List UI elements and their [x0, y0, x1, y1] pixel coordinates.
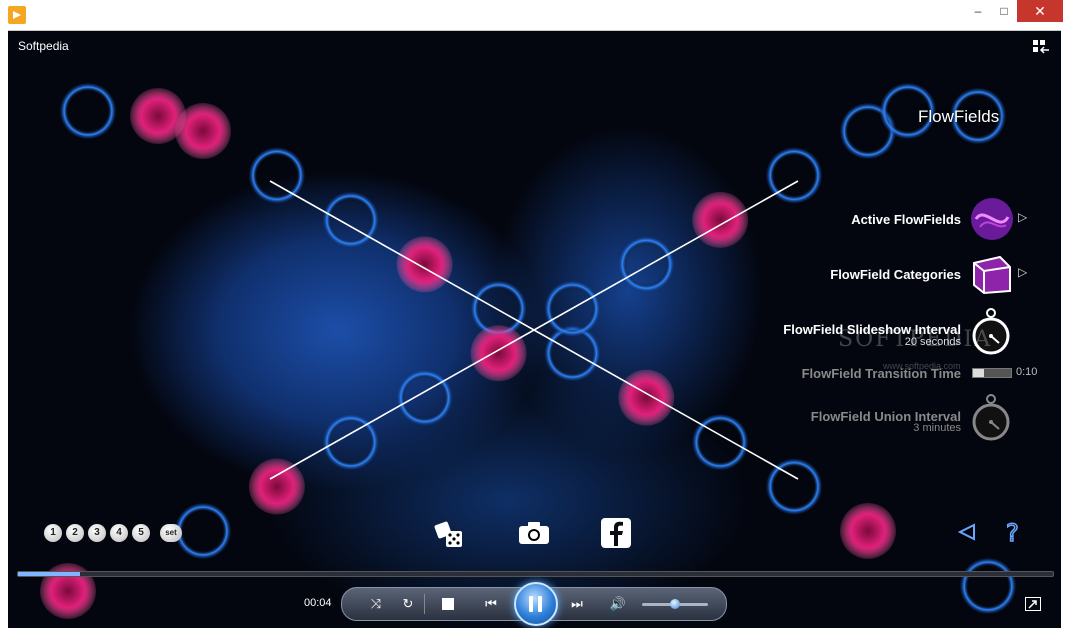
preset-button-5[interactable]: 5: [132, 524, 150, 542]
flow-circle: [618, 369, 675, 426]
dice-random-icon[interactable]: [432, 517, 468, 556]
flow-circle: [960, 558, 1016, 614]
flow-circle: [175, 503, 231, 559]
expand-arrow-icon[interactable]: ▷: [1018, 265, 1027, 279]
visualizer-title: FlowFields: [918, 107, 1000, 126]
watermark: SOFTPEDIA: [838, 327, 993, 352]
player-title: Softpedia: [18, 39, 69, 53]
flow-circle: [248, 458, 305, 515]
window-border-left: [0, 30, 8, 630]
preset-button-1[interactable]: 1: [44, 524, 62, 542]
fullscreen-icon[interactable]: [1025, 597, 1041, 611]
switch-view-icon[interactable]: [1032, 39, 1050, 55]
app-icon: [8, 6, 26, 24]
play-pause-button[interactable]: [514, 582, 558, 626]
flow-circle: [840, 503, 896, 559]
preset-button-4[interactable]: 4: [110, 524, 128, 542]
camera-icon[interactable]: [518, 521, 550, 550]
menu-item-active-flowfields[interactable]: Active FlowFields: [851, 212, 961, 227]
transition-time-value: 0:10: [1016, 366, 1038, 378]
flow-circle: [130, 88, 186, 144]
previous-button[interactable]: ⏮: [478, 595, 504, 613]
preset-set-button[interactable]: set: [160, 524, 182, 542]
elapsed-time: 00:04: [304, 597, 332, 609]
expand-arrow-icon[interactable]: ▷: [1018, 210, 1027, 224]
visualizer-stage[interactable]: Softpedia FlowFields Active FlowFields ▷…: [8, 31, 1061, 628]
volume-knob[interactable]: [670, 599, 680, 609]
union-interval-value: 3 minutes: [913, 422, 961, 434]
transport-controls: ⤨ ↻ ⏮ ⏭ 🔊: [341, 582, 727, 626]
flow-circle: [60, 83, 116, 139]
preset-button-3[interactable]: 3: [88, 524, 106, 542]
flow-circle: [618, 236, 675, 293]
categories-cube-icon[interactable]: [970, 253, 1014, 300]
close-button[interactable]: ✕: [1017, 0, 1063, 22]
shuffle-icon[interactable]: ⤨: [366, 595, 386, 613]
help-icon[interactable]: ?: [1004, 518, 1022, 552]
minimize-button[interactable]: –: [965, 0, 991, 22]
seek-bar[interactable]: [17, 571, 1054, 577]
seek-progress: [18, 572, 81, 576]
window-border-right: [1061, 30, 1069, 630]
transition-time-slider[interactable]: [972, 368, 1012, 378]
repeat-icon[interactable]: ↻: [398, 595, 418, 613]
transition-time-fill: [973, 369, 985, 377]
menu-item-flowfield-categories[interactable]: FlowField Categories: [830, 267, 961, 282]
preset-button-2[interactable]: 2: [66, 524, 84, 542]
flow-circle: [470, 325, 527, 382]
next-button[interactable]: ⏭: [564, 595, 590, 613]
back-triangle-icon[interactable]: [957, 523, 976, 546]
volume-slider[interactable]: [642, 599, 708, 609]
volume-icon[interactable]: 🔊: [608, 595, 628, 613]
window-border-bottom: [0, 628, 1069, 637]
divider: [424, 594, 425, 614]
flow-circle: [322, 191, 379, 248]
svg-text:?: ?: [1006, 519, 1019, 547]
facebook-icon[interactable]: [601, 518, 631, 553]
flow-circle: [692, 414, 749, 471]
flow-circle: [692, 191, 749, 248]
stopwatch-icon-dim[interactable]: [970, 391, 1012, 448]
active-flowfields-thumbnail[interactable]: [970, 197, 1014, 246]
flow-circle: [766, 458, 823, 515]
stop-button[interactable]: [438, 595, 458, 613]
window-titlebar: – □ ✕: [0, 0, 1069, 31]
flow-circle: [396, 236, 453, 293]
maximize-button[interactable]: □: [991, 0, 1017, 22]
menu-item-transition-time[interactable]: FlowField Transition Time: [802, 366, 961, 381]
flow-circle: [396, 369, 453, 426]
